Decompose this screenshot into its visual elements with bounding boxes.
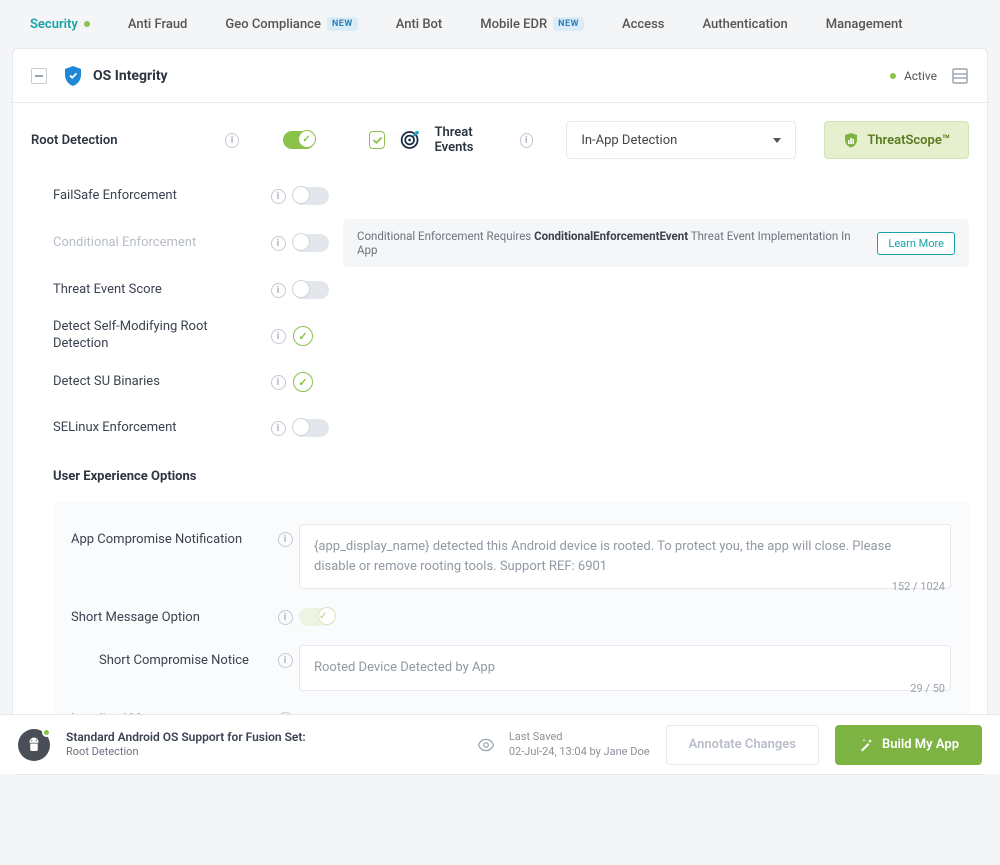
panel-header: OS Integrity Active (13, 49, 987, 103)
info-icon[interactable]: i (278, 532, 293, 547)
status-dot-icon (84, 21, 90, 27)
char-counter: 29 / 50 (910, 682, 945, 695)
info-icon[interactable]: i (271, 283, 286, 298)
last-saved: Last Saved 02-Jul-24, 13:04 by Jane Doe (477, 730, 650, 759)
android-icon (18, 729, 50, 761)
threatscope-button[interactable]: ThreatScope™ (824, 121, 969, 159)
tab-authentication[interactable]: Authentication (703, 17, 788, 32)
top-nav: Security Anti Fraud Geo ComplianceNEW An… (0, 0, 1000, 48)
score-label: Threat Event Score (31, 282, 263, 299)
short-notice-textarea[interactable]: Rooted Device Detected by App (299, 645, 951, 691)
info-icon[interactable]: i (271, 189, 286, 204)
selinux-row: SELinux Enforcement i (31, 405, 969, 451)
selinux-toggle[interactable] (293, 419, 329, 437)
wand-icon (858, 737, 874, 753)
notification-label: App Compromise Notification (71, 524, 271, 547)
notification-textarea[interactable]: {app_display_name} detected this Android… (299, 524, 951, 589)
new-badge: NEW (553, 17, 584, 31)
detection-mode-select[interactable]: In-App Detection (566, 121, 796, 159)
shield-icon (61, 64, 85, 88)
su-check[interactable] (293, 372, 313, 392)
short-option-row: Short Message Option i (71, 597, 951, 637)
tab-geo-compliance[interactable]: Geo ComplianceNEW (225, 17, 357, 32)
tab-management[interactable]: Management (826, 17, 903, 32)
char-counter: 152 / 1024 (892, 580, 945, 593)
su-row: Detect SU Binaries i (31, 359, 969, 405)
conditional-row: Conditional Enforcement i Conditional En… (31, 219, 969, 267)
root-detection-label: Root Detection (31, 133, 211, 148)
short-notice-label: Short Compromise Notice (71, 645, 271, 668)
info-icon[interactable]: i (520, 133, 534, 148)
footer-bar: Standard Android OS Support for Fusion S… (0, 714, 1000, 774)
info-icon[interactable]: i (271, 375, 286, 390)
target-icon (399, 128, 420, 152)
selfmod-label: Detect Self-Modifying Root Detection (31, 319, 263, 353)
tab-anti-bot[interactable]: Anti Bot (396, 17, 443, 32)
score-row: Threat Event Score i (31, 267, 969, 313)
info-icon[interactable]: i (278, 653, 293, 668)
notification-row: App Compromise Notification i {app_displ… (71, 516, 951, 597)
short-option-label: Short Message Option (71, 610, 271, 625)
short-option-toggle[interactable] (299, 608, 335, 626)
tab-access[interactable]: Access (622, 17, 665, 32)
info-icon[interactable]: i (278, 610, 293, 625)
info-icon[interactable]: i (271, 236, 286, 251)
os-integrity-panel: OS Integrity Active Root Detection i Thr… (12, 48, 988, 775)
conditional-note: Conditional Enforcement Requires Conditi… (343, 219, 969, 267)
annotate-button[interactable]: Annotate Changes (666, 725, 819, 765)
info-icon[interactable]: i (271, 421, 286, 436)
active-dot-icon (890, 73, 896, 79)
learn-more-button[interactable]: Learn More (877, 232, 955, 255)
collapse-icon[interactable] (31, 68, 47, 84)
status-dot-icon (42, 728, 51, 737)
selinux-label: SELinux Enforcement (31, 420, 263, 437)
tab-security[interactable]: Security (30, 17, 90, 32)
ux-section-title: User Experience Options (31, 451, 969, 492)
failsafe-toggle[interactable] (293, 187, 329, 205)
root-detection-toggle[interactable] (283, 131, 315, 149)
threat-events-label: Threat Events (435, 125, 506, 155)
chevron-down-icon (773, 138, 781, 143)
conditional-toggle[interactable] (293, 234, 329, 252)
new-badge: NEW (327, 17, 358, 31)
selfmod-check[interactable] (293, 326, 313, 346)
su-label: Detect SU Binaries (31, 374, 263, 391)
tab-mobile-edr[interactable]: Mobile EDRNEW (480, 17, 584, 32)
score-toggle[interactable] (293, 281, 329, 299)
tab-anti-fraud[interactable]: Anti Fraud (128, 17, 188, 32)
info-icon[interactable]: i (271, 329, 286, 344)
info-icon[interactable]: i (225, 133, 239, 148)
failsafe-row: FailSafe Enforcement i (31, 173, 969, 219)
root-detection-row: Root Detection i Threat Events i In-App … (13, 103, 987, 169)
selfmod-row: Detect Self-Modifying Root Detection i (31, 313, 969, 359)
layout-icon[interactable] (951, 67, 969, 85)
failsafe-label: FailSafe Enforcement (31, 188, 263, 205)
short-notice-row: Short Compromise Notice i Rooted Device … (71, 637, 951, 699)
status-badge: Active (890, 69, 937, 83)
build-app-button[interactable]: Build My App (835, 725, 982, 765)
conditional-label: Conditional Enforcement (31, 235, 263, 252)
panel-title: OS Integrity (93, 68, 168, 84)
fusion-set-info: Standard Android OS Support for Fusion S… (66, 730, 306, 760)
eye-icon (477, 736, 495, 754)
chart-shield-icon (843, 132, 859, 148)
settings-list: FailSafe Enforcement i Conditional Enfor… (13, 169, 987, 496)
threat-events-checkbox[interactable] (369, 131, 385, 149)
